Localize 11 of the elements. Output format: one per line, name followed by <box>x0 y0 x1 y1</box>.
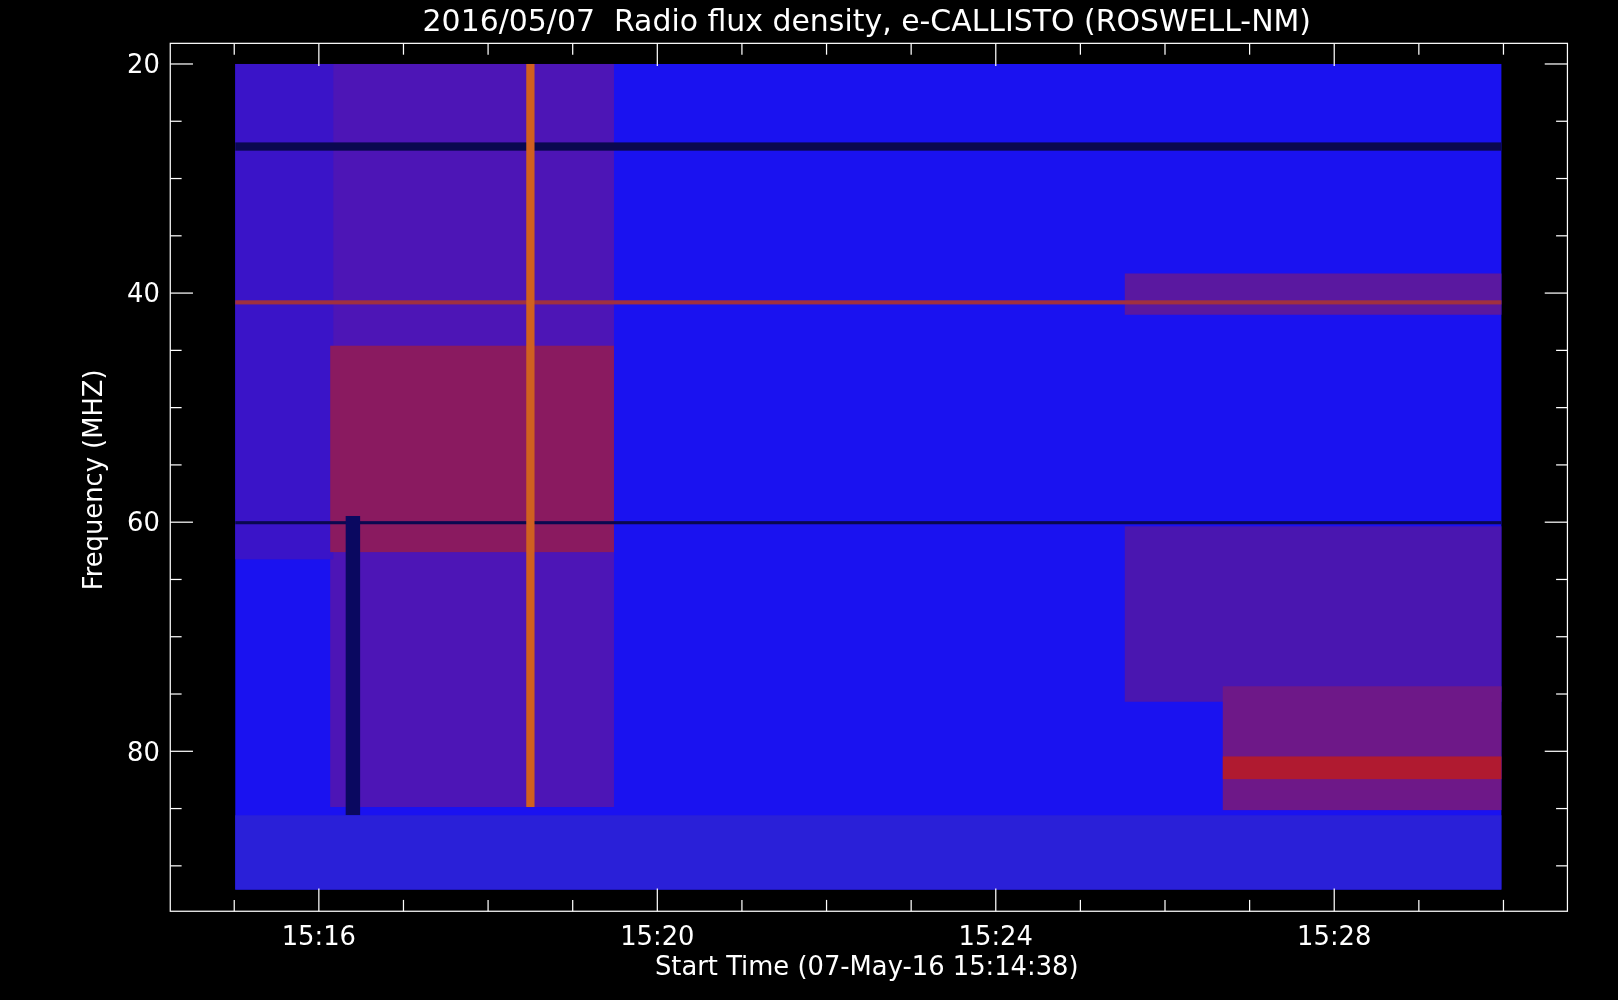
x-tick-label: 15:20 <box>620 921 695 952</box>
x-tick-label: 15:24 <box>958 921 1033 952</box>
y-tick-label: 20 <box>127 49 160 80</box>
x-tick-label: 15:16 <box>281 921 356 952</box>
x-tick-label: 15:28 <box>1297 921 1372 952</box>
y-tick-label: 40 <box>127 278 160 309</box>
y-axis-label: Frequency (MHZ) <box>78 369 109 591</box>
chart-title: 2016/05/07 Radio flux density, e-CALLISTO (ROSWELL-NM) <box>422 2 1311 38</box>
x-axis-label: Start Time (07-May-16 15:14:38) <box>655 951 1079 982</box>
y-tick-label: 80 <box>127 736 160 767</box>
y-tick-label: 60 <box>127 507 160 538</box>
